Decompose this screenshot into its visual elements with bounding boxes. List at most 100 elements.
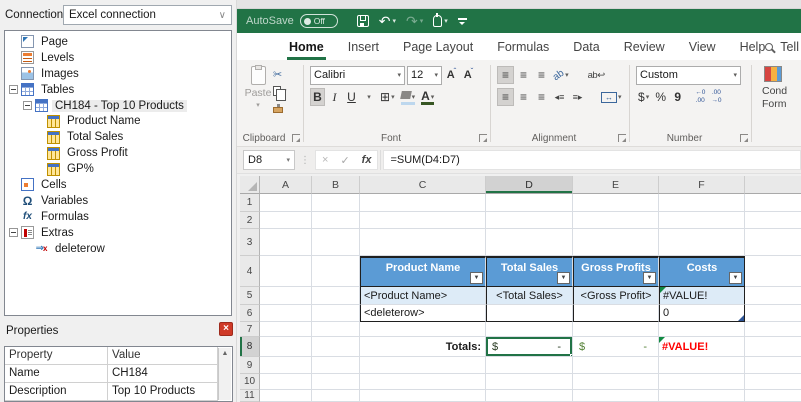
column-header-b[interactable]: B bbox=[312, 176, 360, 194]
middle-align-button[interactable]: ≡ bbox=[515, 66, 532, 84]
cell[interactable] bbox=[312, 212, 360, 229]
row-header-7[interactable]: 7 bbox=[240, 322, 260, 337]
underline-button[interactable]: U bbox=[344, 88, 359, 106]
tree-item-gross-profit[interactable]: Gross Profit bbox=[5, 145, 231, 161]
filter-button[interactable]: ▼ bbox=[643, 272, 656, 284]
italic-button[interactable]: I bbox=[327, 88, 342, 106]
collapse-icon[interactable] bbox=[9, 85, 18, 95]
tab-insert[interactable]: Insert bbox=[336, 33, 391, 60]
tree-item-extras[interactable]: Extras bbox=[5, 225, 231, 241]
column-header-c[interactable]: C bbox=[360, 176, 486, 194]
connection-dropdown[interactable]: Excel connection ∨ bbox=[63, 5, 232, 25]
cell[interactable] bbox=[312, 256, 360, 287]
cell-e6[interactable] bbox=[573, 305, 659, 322]
property-value-cell[interactable]: Top 10 Products bbox=[108, 383, 218, 401]
row-header-9[interactable]: 9 bbox=[240, 357, 260, 374]
comma-style-button[interactable]: 9 bbox=[670, 88, 685, 106]
cell[interactable] bbox=[745, 194, 801, 212]
font-dialog-launcher[interactable] bbox=[479, 134, 487, 142]
cell[interactable] bbox=[312, 357, 360, 374]
increase-indent-button[interactable]: ≡▸ bbox=[569, 88, 586, 106]
tab-data[interactable]: Data bbox=[561, 33, 611, 60]
row-header-10[interactable]: 10 bbox=[240, 374, 260, 390]
tree-item-ch184-top-10-products[interactable]: CH184 - Top 10 Products bbox=[5, 98, 231, 114]
collapse-icon[interactable] bbox=[9, 228, 18, 238]
cell[interactable] bbox=[312, 390, 360, 402]
cell[interactable] bbox=[312, 229, 360, 256]
insert-function-button[interactable]: fx bbox=[362, 154, 372, 166]
customize-qat-button[interactable] bbox=[455, 16, 470, 26]
cell[interactable] bbox=[360, 357, 486, 374]
cell-e5[interactable]: <Gross Profit> bbox=[573, 287, 659, 305]
cell[interactable] bbox=[260, 287, 312, 305]
table-header-costs[interactable]: Costs ▼ bbox=[659, 256, 745, 287]
cell-f6[interactable]: 0 bbox=[659, 305, 745, 322]
table-row[interactable]: Description Top 10 Products bbox=[5, 383, 232, 401]
decrease-decimal-button[interactable]: .00 →0 bbox=[709, 89, 723, 105]
cell-d8-selected[interactable]: $ - bbox=[486, 337, 573, 357]
save-button[interactable] bbox=[354, 15, 372, 27]
accounting-format-button[interactable]: $ ▾ bbox=[636, 88, 651, 106]
tab-page-layout[interactable]: Page Layout bbox=[391, 33, 485, 60]
decrease-font-size-button[interactable]: Aˇ bbox=[461, 66, 476, 84]
cell[interactable] bbox=[486, 229, 573, 256]
cell[interactable] bbox=[260, 305, 312, 322]
column-header-d[interactable]: D bbox=[486, 176, 573, 194]
enter-button[interactable]: ✓ bbox=[340, 154, 349, 167]
cell[interactable] bbox=[659, 229, 745, 256]
cell[interactable] bbox=[360, 322, 486, 337]
tree-item-deleterow[interactable]: ⇒ x deleterow bbox=[5, 241, 231, 257]
cell[interactable] bbox=[360, 212, 486, 229]
tab-formulas[interactable]: Formulas bbox=[485, 33, 561, 60]
tab-home[interactable]: Home bbox=[277, 33, 336, 60]
column-header-f[interactable]: F bbox=[659, 176, 745, 194]
cell-c5[interactable]: <Product Name> bbox=[360, 287, 486, 305]
alignment-dialog-launcher[interactable] bbox=[618, 134, 626, 142]
align-left-button[interactable]: ≡ bbox=[497, 88, 514, 106]
cell[interactable] bbox=[486, 322, 573, 337]
column-header-e[interactable]: E bbox=[573, 176, 659, 194]
orientation-button[interactable]: ab ▾ bbox=[551, 66, 571, 84]
cell[interactable] bbox=[260, 194, 312, 212]
cell[interactable] bbox=[573, 390, 659, 402]
cell-f5-error[interactable]: #VALUE! bbox=[659, 287, 745, 305]
cell[interactable] bbox=[312, 322, 360, 337]
filter-button[interactable]: ▼ bbox=[729, 272, 742, 284]
property-column-header[interactable]: Property bbox=[5, 347, 108, 365]
table-header-product-name[interactable]: Product Name ▼ bbox=[360, 256, 486, 287]
font-name-dropdown[interactable]: Calibri ▾ bbox=[310, 65, 405, 85]
increase-decimal-button[interactable]: ←0.00 bbox=[693, 89, 707, 105]
cell[interactable] bbox=[260, 337, 312, 357]
row-header-1[interactable]: 1 bbox=[240, 194, 260, 212]
redo-button[interactable]: ↷ ▾ bbox=[403, 14, 426, 28]
paste-button[interactable]: Paste ▾ bbox=[243, 64, 273, 130]
cell-d6[interactable] bbox=[486, 305, 573, 322]
row-header-6[interactable]: 6 bbox=[240, 305, 260, 322]
undo-button[interactable]: ↶ ▾ bbox=[376, 14, 399, 28]
value-column-header[interactable]: Value bbox=[108, 347, 218, 365]
touch-mouse-mode-button[interactable]: ▾ bbox=[430, 13, 451, 27]
cell[interactable] bbox=[659, 194, 745, 212]
cell[interactable] bbox=[486, 390, 573, 402]
cell[interactable] bbox=[659, 212, 745, 229]
close-icon[interactable]: × bbox=[219, 322, 233, 336]
cell[interactable] bbox=[745, 212, 801, 229]
cell[interactable] bbox=[260, 357, 312, 374]
cell[interactable] bbox=[745, 374, 801, 390]
tree-item-variables[interactable]: Ω Variables bbox=[5, 193, 231, 209]
cell-d5[interactable]: <Total Sales> bbox=[486, 287, 573, 305]
formula-bar-splitter[interactable]: ⋮ bbox=[300, 155, 310, 166]
cell[interactable] bbox=[360, 390, 486, 402]
underline-options-button[interactable]: ▾ bbox=[361, 88, 376, 106]
cell[interactable] bbox=[312, 305, 360, 322]
cell[interactable] bbox=[312, 337, 360, 357]
cell[interactable] bbox=[745, 357, 801, 374]
top-align-button[interactable]: ≡ bbox=[497, 66, 514, 84]
cell[interactable] bbox=[573, 357, 659, 374]
tree-item-formulas[interactable]: fx Formulas bbox=[5, 209, 231, 225]
fill-color-button[interactable]: ▾ bbox=[399, 88, 418, 106]
cell[interactable] bbox=[312, 287, 360, 305]
cell[interactable] bbox=[360, 229, 486, 256]
cell[interactable] bbox=[573, 229, 659, 256]
tell-me-search[interactable]: Tell bbox=[765, 33, 799, 60]
